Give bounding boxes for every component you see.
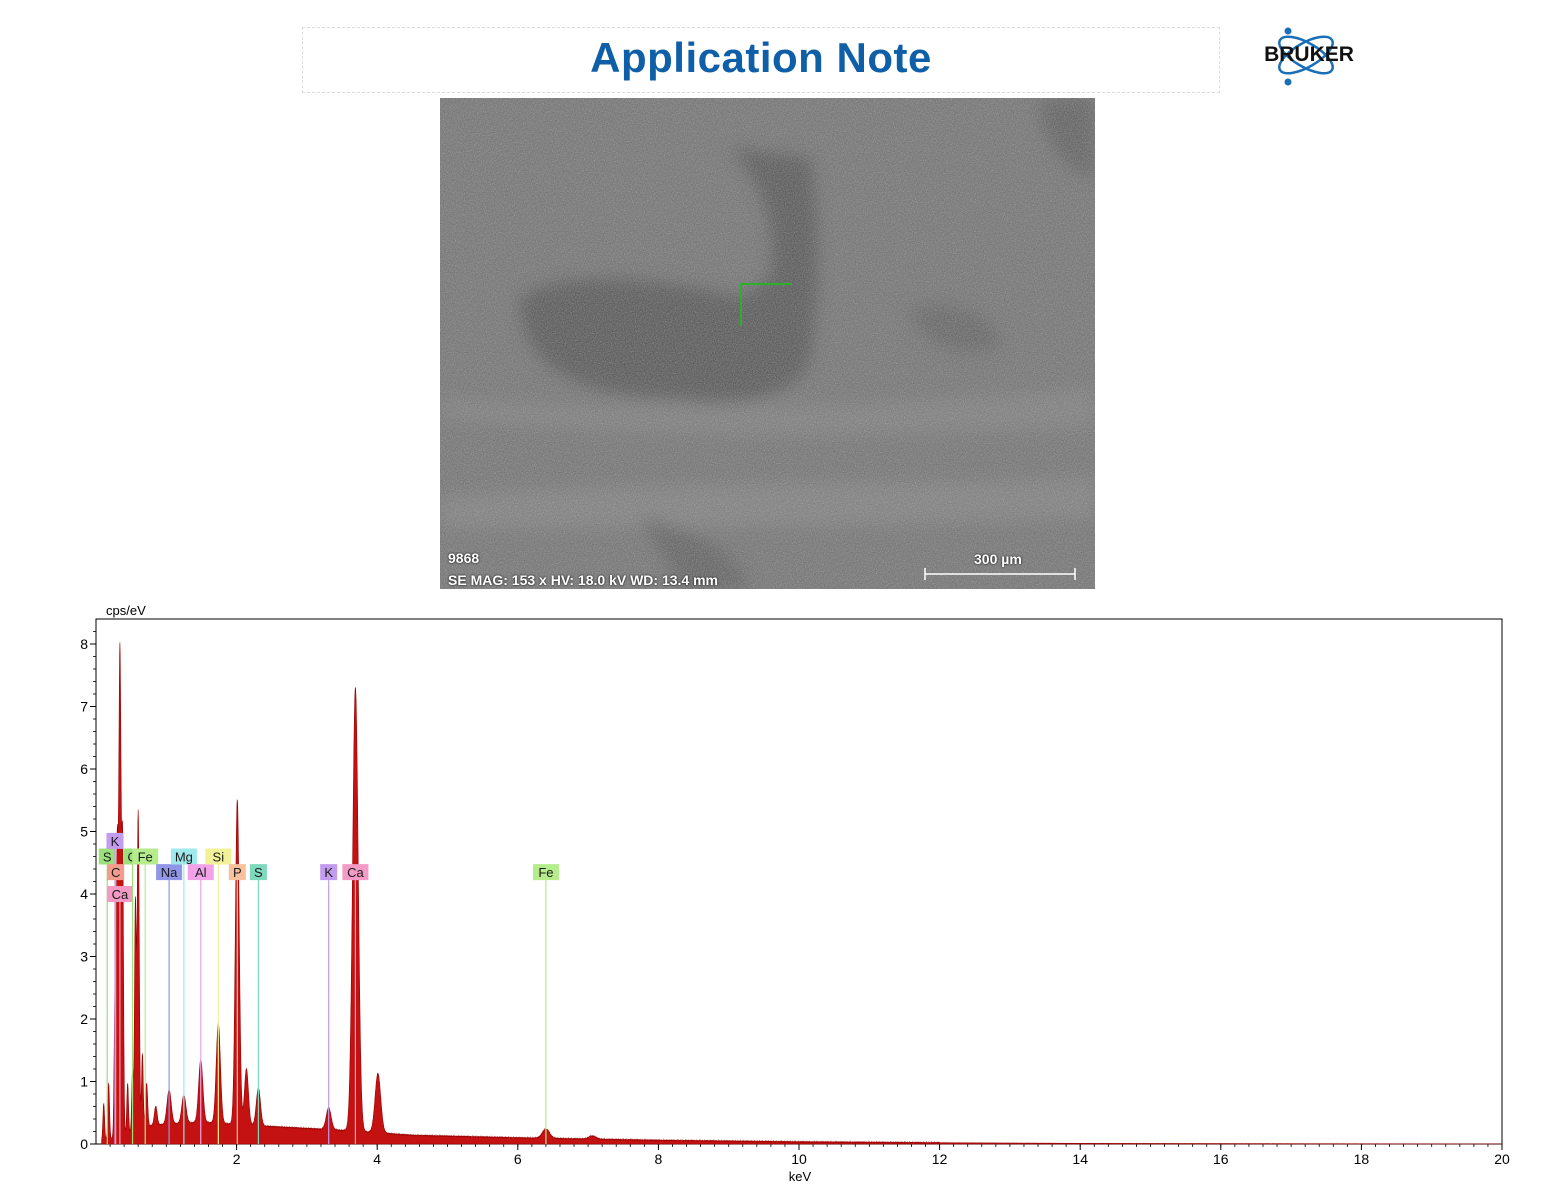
y-tick-label: 0 <box>80 1136 88 1152</box>
element-label-c: C <box>111 865 120 880</box>
y-tick-label: 2 <box>80 1011 88 1027</box>
bruker-logo: BRUKER <box>1264 27 1354 86</box>
y-tick-label: 8 <box>80 636 88 652</box>
element-label-s: S <box>254 865 263 880</box>
element-label-mg: Mg <box>175 850 193 865</box>
logo-wordmark: BRUKER <box>1264 43 1354 66</box>
sem-info-line: SE MAG: 153 x HV: 18.0 kV WD: 13.4 mm <box>448 572 718 588</box>
eds-spectrum-chart: 012345678 2468101214161820 SKCCaOFeNaMgA… <box>80 603 1510 1184</box>
element-label-ca: Ca <box>112 887 129 902</box>
x-tick-label: 12 <box>932 1151 948 1167</box>
x-tick-label: 10 <box>791 1151 807 1167</box>
x-tick-label: 2 <box>233 1151 241 1167</box>
plot-frame <box>95 618 1503 1145</box>
sem-image-texture <box>440 98 1095 589</box>
element-label-s: S <box>103 850 112 865</box>
y-tick-label: 5 <box>80 824 88 840</box>
scale-bar-label: 300 µm <box>974 551 1022 567</box>
x-tick-label: 6 <box>514 1151 522 1167</box>
y-axis-label: cps/eV <box>106 603 146 618</box>
sem-micrograph: 9868 SE MAG: 153 x HV: 18.0 kV WD: 13.4 … <box>440 98 1095 589</box>
logo-electron-icon <box>1284 27 1292 35</box>
element-label-ca: Ca <box>347 865 364 880</box>
element-label-p: P <box>233 865 242 880</box>
y-axis: 0 1 2 3 4 5 6 7 8 <box>80 636 96 1152</box>
element-label-k: K <box>324 865 333 880</box>
x-tick-label: 8 <box>655 1151 663 1167</box>
x-tick-label: 18 <box>1354 1151 1370 1167</box>
x-tick-label: 20 <box>1494 1151 1510 1167</box>
x-tick-label: 4 <box>373 1151 381 1167</box>
element-label-na: Na <box>161 865 178 880</box>
page-title: Application Note <box>590 34 932 81</box>
y-tick-label: 7 <box>80 699 88 715</box>
logo-electron-icon <box>1284 78 1292 86</box>
y-tick-label: 3 <box>80 949 88 965</box>
element-label-k: K <box>111 834 120 849</box>
sem-sample-id: 9868 <box>448 550 480 566</box>
element-label-fe: Fe <box>538 865 553 880</box>
element-label-si: Si <box>213 850 225 865</box>
x-tick-label: 14 <box>1072 1151 1088 1167</box>
x-axis: 2 4 6 8 10 12 14 16 18 20 <box>233 1144 1510 1167</box>
y-tick-label: 4 <box>80 886 88 902</box>
y-tick-label: 6 <box>80 761 88 777</box>
x-tick-label: 16 <box>1213 1151 1229 1167</box>
element-label-al: Al <box>195 865 207 880</box>
x-axis-label: keV <box>789 1169 812 1184</box>
header-title-box: Application Note <box>302 27 1220 93</box>
element-label-fe: Fe <box>138 850 153 865</box>
y-tick-label: 1 <box>80 1074 88 1090</box>
